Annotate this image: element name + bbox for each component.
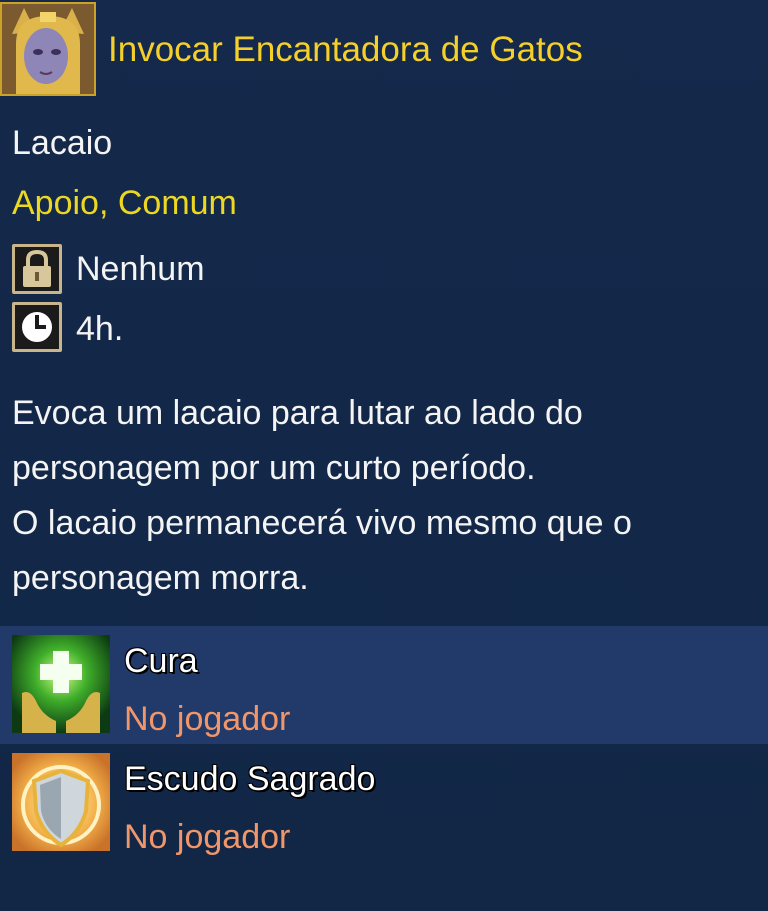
description-line: Evoca um lacaio para lutar ao lado do bbox=[12, 394, 583, 432]
skill-description: Evoca um lacaio para lutar ao lado do pe… bbox=[12, 386, 762, 606]
skill-tags: Apoio, Comum bbox=[12, 184, 237, 222]
description-line: personagem morra. bbox=[12, 559, 309, 597]
requirement-value: Nenhum bbox=[76, 250, 205, 288]
description-line: personagem por um curto período. bbox=[12, 449, 536, 487]
cooldown-value: 4h. bbox=[76, 310, 124, 348]
effect-row-cura[interactable]: Cura No jogador bbox=[0, 626, 768, 744]
effect-name: Escudo Sagrado bbox=[124, 760, 376, 798]
skill-header: Invocar Encantadora de Gatos bbox=[0, 0, 768, 98]
effect-row-escudo-sagrado[interactable]: Escudo Sagrado No jogador bbox=[0, 744, 768, 862]
skill-tooltip: Invocar Encantadora de Gatos Lacaio Apoi… bbox=[0, 0, 768, 911]
effect-target: No jogador bbox=[124, 700, 291, 738]
lock-icon bbox=[12, 244, 62, 294]
clock-icon bbox=[12, 302, 62, 352]
effect-target: No jogador bbox=[124, 818, 291, 856]
heal-hands-icon bbox=[12, 635, 110, 733]
skill-title: Invocar Encantadora de Gatos bbox=[108, 30, 583, 69]
cat-enchantress-portrait-icon bbox=[0, 2, 96, 96]
description-line: O lacaio permanecerá vivo mesmo que o bbox=[12, 504, 632, 542]
skill-type: Lacaio bbox=[12, 124, 113, 162]
effect-name: Cura bbox=[124, 642, 198, 680]
holy-shield-icon bbox=[12, 753, 110, 851]
